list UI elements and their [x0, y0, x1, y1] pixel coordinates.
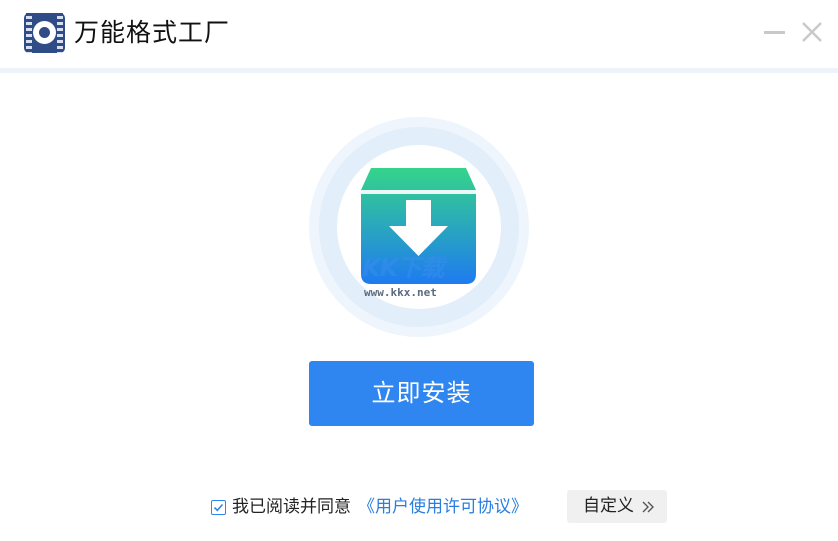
agree-checkbox[interactable]: [211, 500, 226, 515]
license-agreement-link[interactable]: 《用户使用许可协议》: [358, 494, 528, 520]
minimize-icon: [764, 31, 785, 34]
film-strip-left: [26, 13, 32, 53]
title-divider: [0, 68, 838, 73]
custom-install-label: 自定义: [583, 496, 634, 516]
format-factory-logo-icon: [24, 13, 65, 53]
minimize-button[interactable]: [760, 18, 788, 46]
double-chevron-right-icon: [642, 501, 654, 513]
film-strip-right: [57, 13, 63, 53]
install-button[interactable]: 立即安装: [309, 361, 534, 426]
title-bar[interactable]: 万能格式工厂: [0, 0, 838, 68]
close-button[interactable]: [798, 18, 826, 46]
checkmark-icon: [213, 503, 224, 512]
app-title: 万能格式工厂: [74, 18, 231, 47]
install-box-download-icon: [361, 168, 476, 284]
custom-install-button[interactable]: 自定义: [567, 490, 667, 523]
logo-disc: [33, 21, 56, 44]
agree-text: 我已阅读并同意: [232, 497, 351, 517]
close-icon: [802, 22, 822, 42]
